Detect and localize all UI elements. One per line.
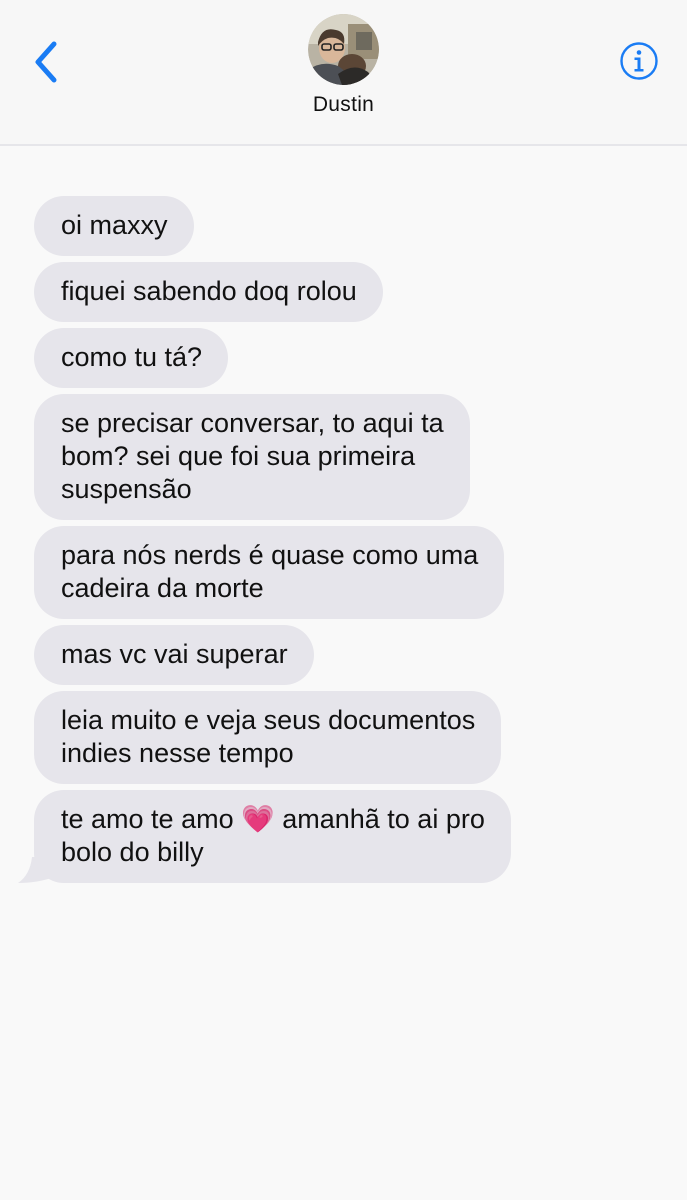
message-bubble[interactable]: leia muito e veja seus documentos indies… (34, 691, 502, 784)
message-line: para nós nerds é quase como uma (61, 540, 479, 570)
avatar-photo (308, 14, 379, 85)
message-line: te amo te amo 💗 amanhã to ai pro (61, 804, 485, 834)
back-button[interactable] (30, 40, 66, 84)
conversation-header: Dustin (0, 0, 687, 146)
message-line: bom? sei que foi sua primeira (61, 441, 416, 471)
message-bubble[interactable]: te amo te amo 💗 amanhã to ai pro bolo do… (34, 790, 511, 883)
message-line: mas vc vai superar (61, 639, 288, 669)
contact-name[interactable]: Dustin (0, 93, 687, 117)
message-line: fiquei sabendo doq rolou (61, 276, 357, 306)
avatar[interactable] (308, 14, 379, 85)
info-icon (620, 42, 658, 80)
message-bubble[interactable]: como tu tá? (34, 328, 229, 388)
info-button[interactable] (619, 41, 659, 81)
message-bubble[interactable]: se precisar conversar, to aqui ta bom? s… (34, 394, 470, 520)
conversation-screen: Dustin oi maxxy fiquei sabendo doq rolou… (0, 0, 687, 1200)
message-line: se precisar conversar, to aqui ta (61, 408, 444, 438)
message-bubble[interactable]: para nós nerds é quase como uma cadeira … (34, 526, 505, 619)
message-line: bolo do billy (61, 837, 204, 867)
message-line: como tu tá? (61, 342, 203, 372)
message-line: leia muito e veja seus documentos (61, 705, 476, 735)
message-line: indies nesse tempo (61, 738, 294, 768)
message-bubble[interactable]: fiquei sabendo doq rolou (34, 262, 383, 322)
message-line: cadeira da morte (61, 573, 264, 603)
message-bubble[interactable]: oi maxxy (34, 196, 194, 256)
message-line: oi maxxy (61, 210, 168, 240)
message-line: suspensão (61, 474, 192, 504)
message-bubble[interactable]: mas vc vai superar (34, 625, 314, 685)
chevron-left-icon (35, 41, 57, 83)
